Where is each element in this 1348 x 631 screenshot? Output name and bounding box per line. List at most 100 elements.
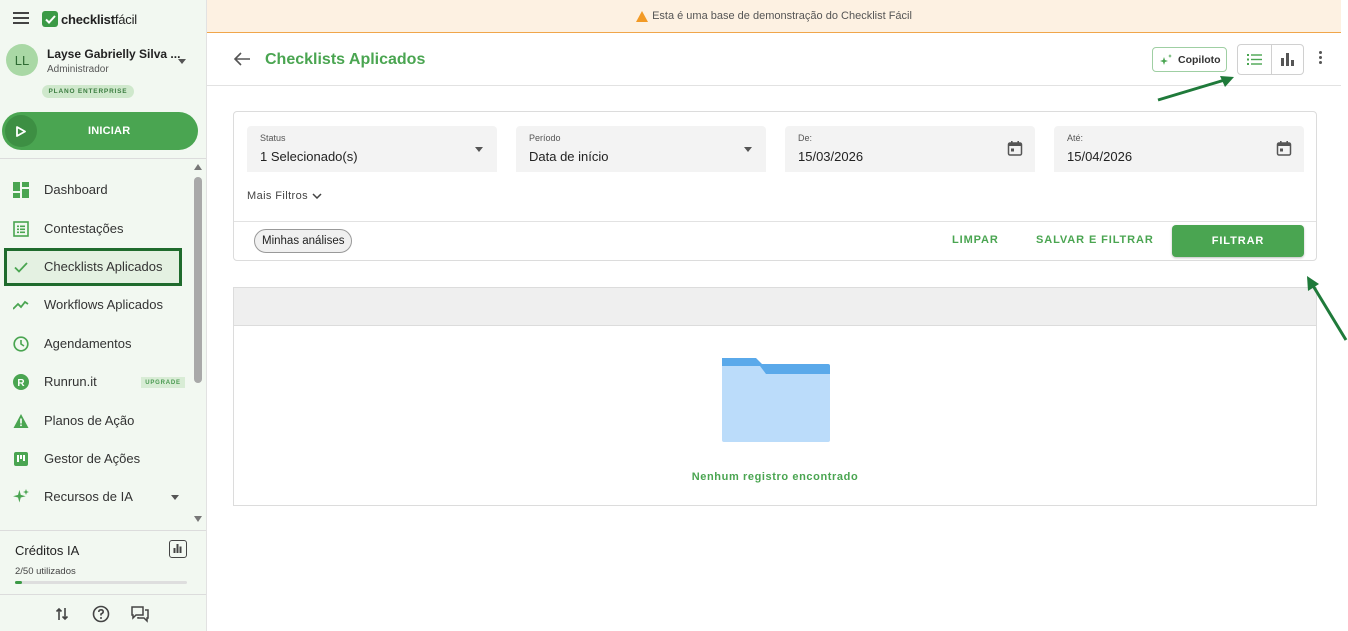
view-toggle <box>1237 44 1304 75</box>
chevron-down-icon[interactable] <box>171 495 179 500</box>
date-from-label: De: <box>798 133 813 143</box>
period-select[interactable]: Período Data de início <box>516 126 766 172</box>
empty-folder-icon <box>722 358 830 442</box>
sidebar-item-label: Dashboard <box>44 182 108 197</box>
sidebar-divider <box>0 158 206 159</box>
chevron-down-icon[interactable] <box>475 147 483 152</box>
period-select-value: Data de início <box>529 149 609 164</box>
sidebar-top: checklistfácil <box>0 0 206 36</box>
trending-icon <box>13 300 29 310</box>
scroll-down-icon[interactable] <box>194 516 202 522</box>
calendar-icon[interactable] <box>1007 140 1023 156</box>
svg-text:R: R <box>17 378 25 389</box>
chevron-down-icon[interactable] <box>178 59 186 64</box>
my-analyses-chip[interactable]: Minhas análises <box>254 229 353 253</box>
status-select[interactable]: Status 1 Selecionado(s) <box>247 126 497 172</box>
kanban-icon <box>14 452 28 466</box>
sidebar-item-planos-de-acao[interactable]: Planos de Ação <box>4 402 182 440</box>
date-to-label: Até: <box>1067 133 1084 143</box>
check-icon <box>14 262 28 273</box>
status-select-value: 1 Selecionado(s) <box>260 149 358 164</box>
ai-credits-title: Créditos IA <box>15 543 80 558</box>
dashboard-icon <box>13 182 29 198</box>
user-role: Administrador <box>47 64 109 75</box>
chevron-down-icon <box>312 193 322 199</box>
chat-icon[interactable] <box>131 605 149 623</box>
clear-button[interactable]: LIMPAR <box>952 234 999 246</box>
demo-banner-text: Esta é uma base de demonstração do Check… <box>652 10 912 22</box>
filter-panel: Status 1 Selecionado(s) Período Data de … <box>233 111 1317 261</box>
sidebar-footer <box>0 594 206 631</box>
annotation-arrow-icon <box>1307 276 1348 341</box>
user-name: Layse Gabrielly Silva ... <box>47 47 181 61</box>
empty-state-message: Nenhum registro encontrado <box>691 471 859 483</box>
sparkles-icon <box>13 489 29 503</box>
sidebar-item-recursos-de-ia[interactable]: Recursos de IA <box>4 478 182 516</box>
arrow-left-icon[interactable] <box>233 51 251 67</box>
plan-badge: PLANO ENTERPRISE <box>42 85 134 98</box>
annotation-arrow-icon <box>1157 76 1234 102</box>
copilot-button[interactable]: Copiloto <box>1152 47 1227 72</box>
sidebar-scrollbar[interactable] <box>192 162 204 526</box>
more-vert-icon[interactable] <box>1319 51 1323 67</box>
sidebar-item-label: Gestor de Ações <box>44 451 141 466</box>
sidebar-item-workflows-aplicados[interactable]: Workflows Aplicados <box>4 286 182 324</box>
sidebar-item-contestacoes[interactable]: Contestações <box>4 210 182 248</box>
date-from-field[interactable]: De: 15/03/2026 <box>785 126 1035 172</box>
date-to-field[interactable]: Até: 15/04/2026 <box>1054 126 1304 172</box>
save-and-filter-button[interactable]: SALVAR E FILTRAR <box>1036 234 1154 246</box>
warning-icon <box>13 414 29 428</box>
brand-logo[interactable]: checklistfácil <box>42 11 137 27</box>
sidebar: checklistfácil LL Layse Gabrielly Silva … <box>0 0 207 631</box>
upgrade-badge[interactable]: UPGRADE <box>141 377 185 388</box>
brand-name: checklistfácil <box>61 11 137 27</box>
sidebar-item-agendamentos[interactable]: Agendamentos <box>4 325 182 363</box>
demo-banner: Esta é uma base de demonstração do Check… <box>207 0 1341 33</box>
list-view-button[interactable] <box>1238 45 1271 74</box>
swap-icon[interactable] <box>53 605 71 623</box>
sidebar-item-gestor-de-acoes[interactable]: Gestor de Ações <box>4 440 182 478</box>
results-table-header <box>234 288 1316 326</box>
runrun-logo-icon: R <box>13 374 29 390</box>
ai-credits-panel: Créditos IA 2/50 utilizados <box>0 530 206 594</box>
sidebar-item-label: Workflows Aplicados <box>44 297 163 312</box>
sidebar-item-label: Runrun.it <box>44 374 97 389</box>
user-menu[interactable]: LL Layse Gabrielly Silva ... Administrad… <box>6 44 202 78</box>
sidebar-item-label: Contestações <box>44 221 124 236</box>
ai-credits-progress-fill <box>15 581 22 584</box>
sidebar-item-runrun[interactable]: R Runrun.it UPGRADE <box>4 363 185 401</box>
scroll-up-icon[interactable] <box>194 164 202 170</box>
chevron-down-icon[interactable] <box>744 147 752 152</box>
date-from-value[interactable]: 15/03/2026 <box>798 149 863 164</box>
results-table: Nenhum registro encontrado <box>233 287 1317 506</box>
start-button-label: INICIAR <box>88 125 131 137</box>
scroll-thumb[interactable] <box>194 177 202 383</box>
list-icon <box>1246 54 1262 65</box>
sidebar-item-label: Planos de Ação <box>44 413 135 428</box>
status-select-label: Status <box>260 133 286 143</box>
sidebar-item-dashboard[interactable]: Dashboard <box>4 171 182 209</box>
clock-icon <box>13 336 29 352</box>
help-icon[interactable] <box>92 605 110 623</box>
chart-view-button[interactable] <box>1270 45 1304 74</box>
warning-icon <box>636 10 649 22</box>
period-select-label: Período <box>529 133 561 143</box>
check-logo-icon <box>42 11 58 27</box>
ai-credits-used: 2/50 utilizados <box>15 566 76 577</box>
filter-button[interactable]: FILTRAR <box>1172 225 1304 257</box>
copilot-button-label: Copiloto <box>1178 53 1221 66</box>
date-to-value[interactable]: 15/04/2026 <box>1067 149 1132 164</box>
sidebar-item-label: Agendamentos <box>44 336 132 351</box>
menu-icon[interactable] <box>13 12 29 24</box>
avatar: LL <box>6 44 38 76</box>
more-filters-toggle[interactable]: Mais Filtros <box>247 190 322 202</box>
start-button[interactable]: INICIAR <box>2 112 198 150</box>
more-filters-label: Mais Filtros <box>247 190 309 202</box>
play-icon <box>5 115 37 147</box>
bar-chart-icon[interactable] <box>169 540 187 558</box>
sidebar-item-checklists-aplicados[interactable]: Checklists Aplicados <box>4 248 182 286</box>
sidebar-item-label: Checklists Aplicados <box>44 259 163 274</box>
page-title: Checklists Aplicados <box>265 51 426 68</box>
list-box-icon <box>13 221 29 237</box>
calendar-icon[interactable] <box>1276 140 1292 156</box>
